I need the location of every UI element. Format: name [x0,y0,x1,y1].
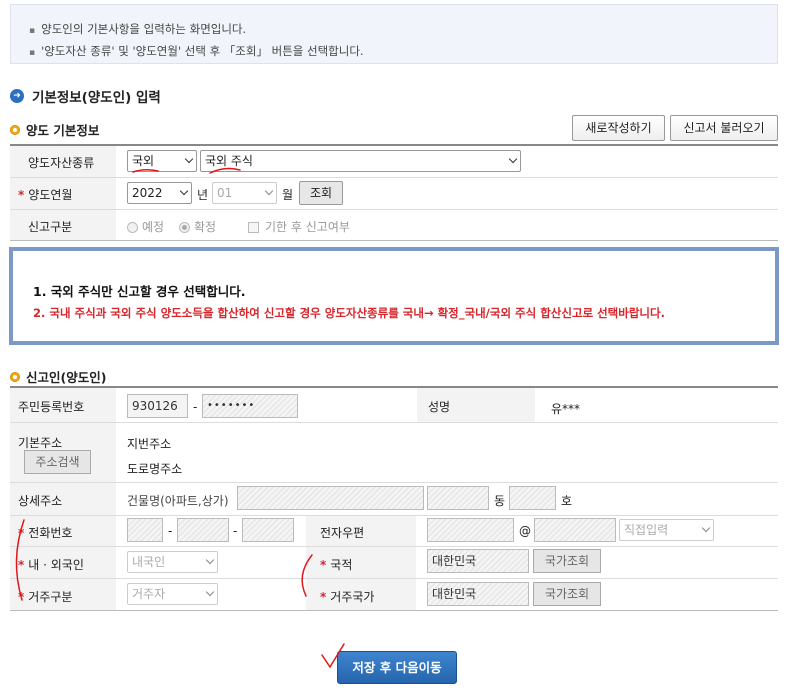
underline-mark [132,168,159,173]
bracket-mark [15,519,25,601]
checkmark-icon [321,643,345,669]
bracket-mark [301,554,313,597]
annotation-marks [15,167,345,669]
underline-mark [209,167,241,174]
